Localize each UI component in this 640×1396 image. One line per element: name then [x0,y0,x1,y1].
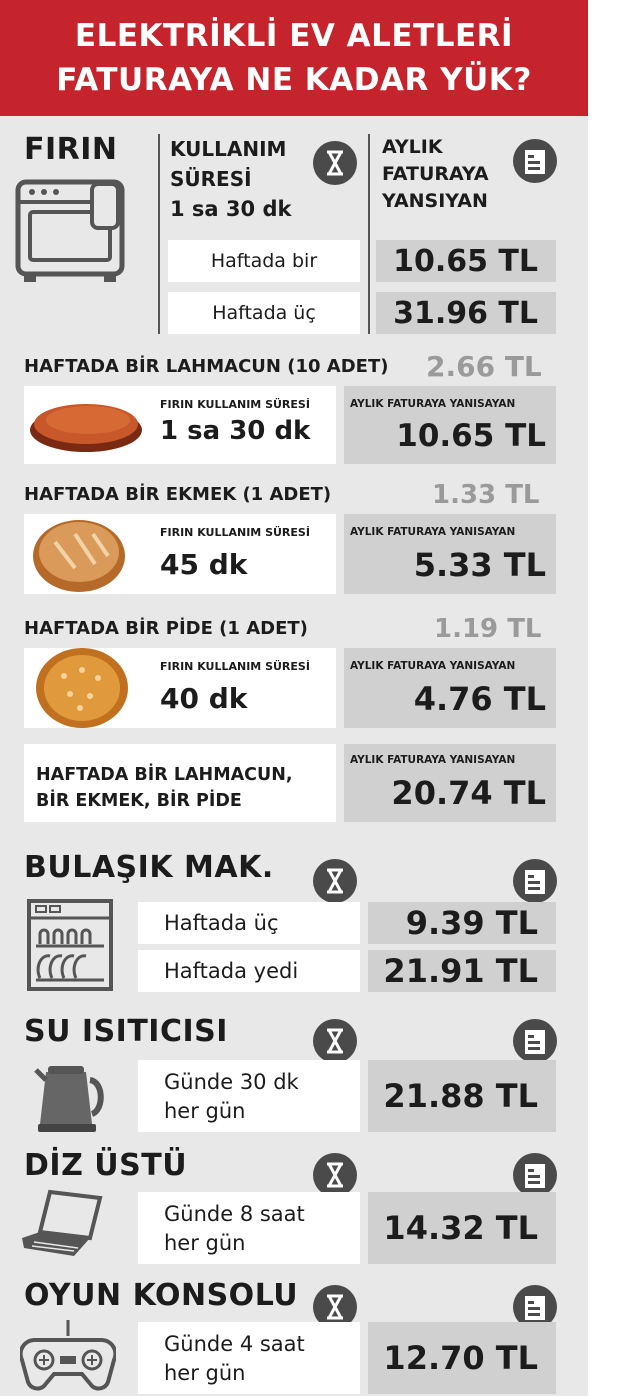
oyun-value: 12.70 TL [368,1322,556,1394]
diz-value: 14.32 TL [368,1192,556,1264]
food-bill-value: 4.76 TL [413,680,546,718]
su-title: SU ISITICISI [24,1014,228,1049]
bill-label-line3: YANSIYAN [382,190,488,212]
bulasik-row-value: 9.39 TL [368,902,556,944]
diz-usage-line1: Günde 8 saat [164,1202,305,1226]
header: ELEKTRİKLİ EV ALETLERİ FATURAYA NE KADAR… [0,0,588,116]
food-weekly-cost: 1.33 TL [432,480,540,510]
su-usage-line1: Günde 30 dk [164,1070,299,1094]
usage-label-line2: SÜRESİ [170,167,252,191]
lahmacun-image [30,404,142,452]
su-usage: Günde 30 dk her gün [164,1068,299,1126]
combo-line2: BİR EKMEK, BİR PİDE [36,791,242,811]
oyun-usage: Günde 4 saat her gün [164,1330,305,1388]
usage-label-line1: KULLANIM [170,137,287,161]
bread-image [33,520,125,592]
oven-icon [15,179,125,282]
food-weekly-cost: 2.66 TL [426,350,542,383]
firin-row-value: 31.96 TL [376,292,556,334]
divider [368,134,370,334]
food-usage-value: 40 dk [160,682,248,715]
combo-bill-value: 20.74 TL [391,774,546,812]
invoice-icon [513,139,557,183]
food-title: HAFTADA BİR PİDE (1 ADET) [24,618,308,639]
firin-row-value: 10.65 TL [376,240,556,282]
food-weekly-cost: 1.19 TL [434,614,542,644]
food-usage-label: FIRIN KULLANIM SÜRESİ [160,398,310,411]
combo-bill-label: AYLIK FATURAYA YANISAYAN [350,754,516,766]
invoice-icon [513,859,557,903]
su-usage-line2: her gün [164,1099,246,1123]
combo-line1: HAFTADA BİR LAHMACUN, [36,765,293,785]
food-title: HAFTADA BİR EKMEK (1 ADET) [24,484,332,505]
usage-label: KULLANIM SÜRESİ 1 sa 30 dk [170,134,291,224]
invoice-icon [513,1019,557,1063]
laptop-icon [22,1189,103,1256]
food-bill-value: 5.33 TL [413,546,546,584]
pide-image [36,648,128,728]
combo-text: HAFTADA BİR LAHMACUN, BİR EKMEK, BİR PİD… [36,762,293,814]
diz-usage: Günde 8 saat her gün [164,1200,305,1258]
food-bill-label: AYLIK FATURAYA YANISAYAN [350,660,516,672]
food-title: HAFTADA BİR LAHMACUN (10 ADET) [24,356,389,377]
bill-label-line2: FATURAYA [382,163,489,185]
bulasik-title: BULAŞIK MAK. [24,850,274,885]
food-bill-label: AYLIK FATURAYA YANISAYAN [350,398,516,410]
dishwasher-icon [27,899,113,991]
diz-usage-line2: her gün [164,1231,246,1255]
food-usage-label: FIRIN KULLANIM SÜRESİ [160,526,310,539]
bulasik-row-label: Haftada üç [138,902,360,944]
bill-label-line1: AYLIK [382,136,443,158]
bulasik-row-label: Haftada yedi [138,950,360,992]
usage-value: 1 sa 30 dk [170,197,292,221]
food-bill-label: AYLIK FATURAYA YANISAYAN [350,526,516,538]
header-title-line1: ELEKTRİKLİ EV ALETLERİ [74,18,514,54]
kettle-icon [34,1066,104,1132]
hourglass-icon [313,141,357,185]
header-title-line2: FATURAYA NE KADAR YÜK? [56,62,532,98]
gamepad-icon [20,1320,116,1391]
firin-row-label: Haftada bir [168,240,360,282]
su-value: 21.88 TL [368,1060,556,1132]
food-usage-value: 1 sa 30 dk [160,416,311,446]
oyun-title: OYUN KONSOLU [24,1278,299,1313]
divider [158,134,160,334]
oyun-usage-line1: Günde 4 saat [164,1332,305,1356]
food-usage-value: 45 dk [160,548,248,581]
oyun-usage-line2: her gün [164,1361,246,1385]
hourglass-icon [313,1019,357,1063]
food-bill-value: 10.65 TL [396,418,546,454]
hourglass-icon [313,859,357,903]
diz-title: DİZ ÜSTÜ [24,1148,188,1183]
bill-label: AYLIK FATURAYA YANSIYAN [382,134,489,215]
bulasik-row-value: 21.91 TL [368,950,556,992]
firin-row-label: Haftada üç [168,292,360,334]
firin-title: FIRIN [24,132,118,167]
food-usage-label: FIRIN KULLANIM SÜRESİ [160,660,310,673]
